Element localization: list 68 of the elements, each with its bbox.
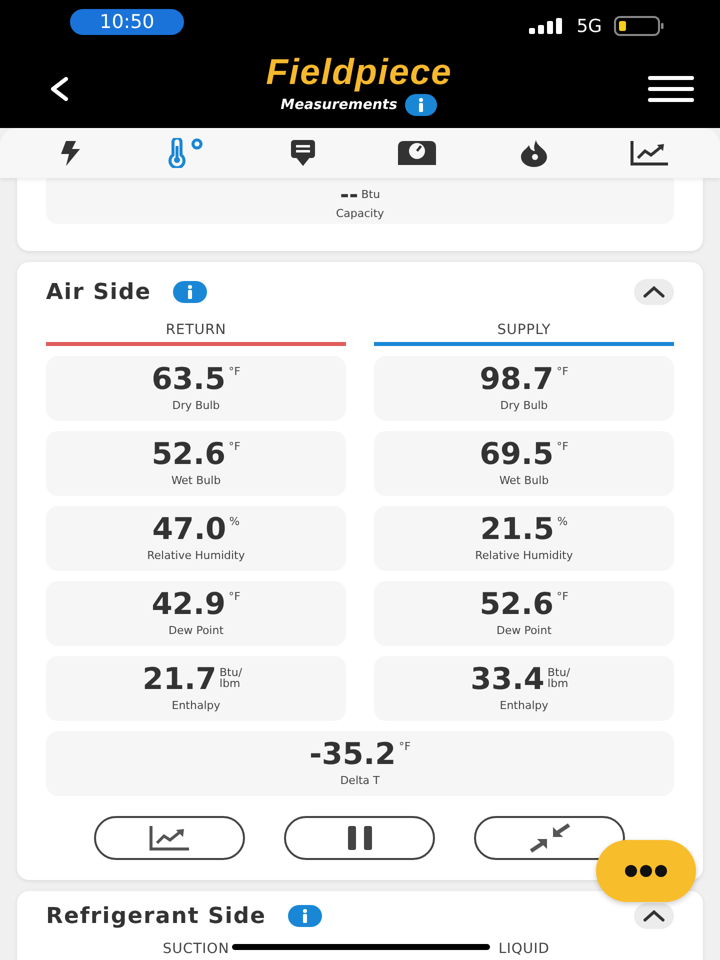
- reading-unit: °F: [228, 590, 240, 603]
- chart-icon: [148, 825, 190, 851]
- back-icon: [48, 76, 70, 102]
- reading-label: Relative Humidity: [475, 549, 573, 562]
- reading-label: Enthalpy: [500, 699, 548, 712]
- reading-value: 42.9: [152, 590, 226, 620]
- delta-unit: °F: [398, 740, 411, 753]
- network-label: 5G: [576, 16, 602, 36]
- pause-button[interactable]: [284, 816, 435, 860]
- reading-label: Dry Bulb: [500, 399, 548, 412]
- reading-label: Enthalpy: [172, 699, 220, 712]
- reading-value: 47.0: [152, 515, 226, 545]
- status-time: 10:50: [70, 9, 184, 35]
- reading-unit: °F: [228, 365, 240, 378]
- menu-button[interactable]: [648, 76, 694, 102]
- scale-tab[interactable]: [396, 139, 438, 167]
- reading-value: 52.6: [480, 590, 554, 620]
- capacity-value: --: [340, 188, 358, 203]
- back-button[interactable]: [48, 76, 70, 102]
- column-header: SUCTION: [162, 941, 230, 957]
- reading-unit: °F: [556, 440, 568, 453]
- menu-icon: [648, 76, 694, 102]
- reading-value: 52.6: [152, 440, 226, 470]
- reading-unit: °F: [556, 365, 568, 378]
- section-title: Air Side: [46, 280, 152, 304]
- reading-value: 63.5: [152, 365, 226, 395]
- reading-unit: Btu/ lbm: [220, 667, 244, 689]
- column-header: RETURN: [164, 322, 228, 338]
- collapse-button[interactable]: [474, 816, 625, 860]
- reading-unit: %: [229, 515, 240, 528]
- reading-value: 98.7: [480, 365, 554, 395]
- collapse-arrows-icon: [528, 823, 570, 853]
- flame-tab[interactable]: [519, 139, 550, 167]
- collapse-button[interactable]: [634, 279, 674, 305]
- reading-value: 33.4: [470, 665, 545, 695]
- page-subtitle: Measurements: [280, 97, 398, 113]
- battery-icon: [614, 16, 664, 36]
- signal-icon: [528, 18, 565, 34]
- reading-value: 21.5: [480, 515, 554, 545]
- reading-label: Wet Bulb: [499, 474, 549, 487]
- column-header: LIQUID: [497, 941, 551, 957]
- section-title: Refrigerant Side: [46, 904, 266, 928]
- reading-label: Dry Bulb: [172, 399, 220, 412]
- reading-label: Relative Humidity: [147, 549, 245, 562]
- reading-label: Wet Bulb: [171, 474, 221, 487]
- reading-value: 69.5: [480, 440, 554, 470]
- reading-unit: °F: [556, 590, 568, 603]
- capacity-label: Capacity: [336, 207, 384, 220]
- info-icon[interactable]: [405, 94, 438, 116]
- reading-unit: Btu/ lbm: [548, 667, 572, 689]
- chevron-icon: [643, 910, 665, 922]
- delta-label: Delta T: [340, 774, 380, 787]
- delta-value: -35.2: [309, 740, 396, 770]
- column-header: SUPPLY: [496, 322, 552, 338]
- reading-unit: °F: [228, 440, 240, 453]
- reading-label: Dew Point: [168, 624, 224, 637]
- more-icon: [624, 864, 668, 878]
- chevron-icon: [643, 286, 665, 298]
- pause-icon: [346, 826, 372, 850]
- reading-unit: %: [557, 515, 568, 528]
- download-tab[interactable]: [290, 139, 316, 167]
- reading-label: Dew Point: [496, 624, 552, 637]
- chart-tab[interactable]: [630, 140, 670, 166]
- capacity-unit: Btu: [361, 188, 380, 201]
- chart-button[interactable]: [94, 816, 245, 860]
- collapse-button[interactable]: [634, 903, 674, 929]
- app-logo: Fieldpiece: [266, 54, 452, 90]
- reading-value: 21.7: [142, 665, 217, 695]
